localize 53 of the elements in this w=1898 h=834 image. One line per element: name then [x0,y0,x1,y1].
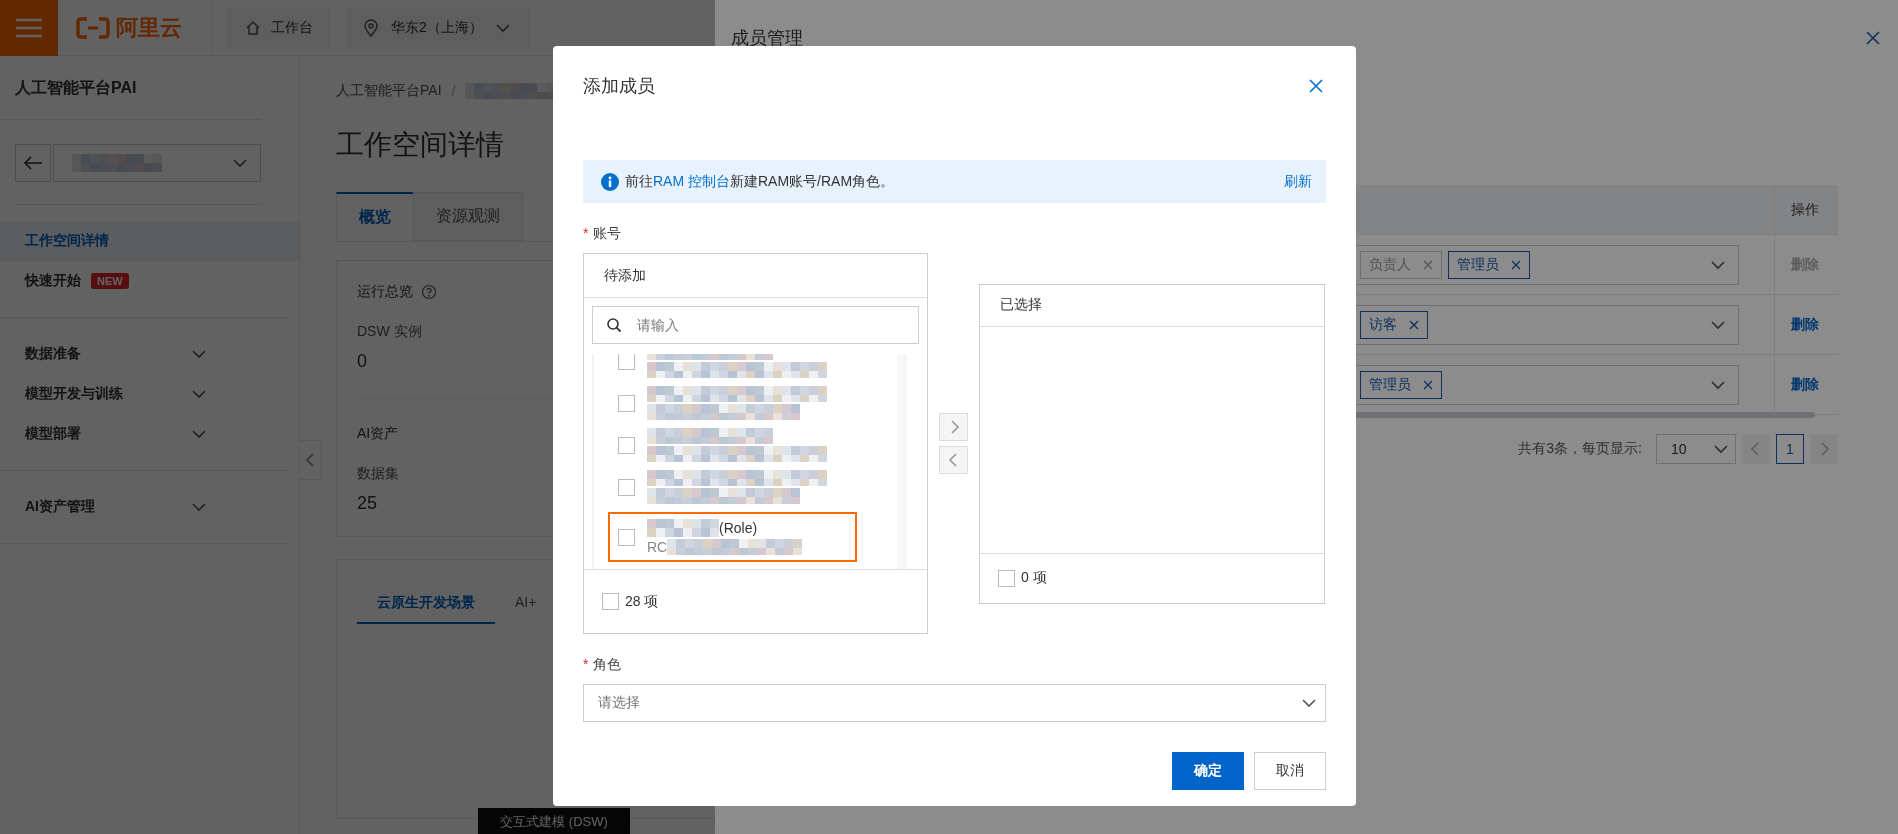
field-label: 角色 [593,656,622,672]
panel-title: 已选择 [980,284,1324,327]
role-dropdown[interactable]: 请选择 [583,684,1326,722]
confirm-button[interactable]: 确定 [1172,752,1244,790]
tab[interactable]: 概览 [336,192,414,241]
pagination-summary: 共有3条，每页显示: [1518,440,1642,458]
dsw-button[interactable]: 交互式建模 (DSW) [478,808,630,834]
sidebar-group[interactable]: 数据准备 [0,334,287,374]
alert-message: 前往RAM 控制台新建RAM账号/RAM角色。 [625,172,896,191]
new-badge: NEW [91,273,129,289]
region-selector[interactable]: 华东2（上海） [345,7,531,48]
field-label: 账号 [593,225,622,241]
sidebar-item[interactable]: 工作空间详情 [0,221,299,261]
page-title: 工作空间详情 [336,128,505,162]
stat-value: 0 [357,351,367,372]
logo-text: 阿里云 [116,13,182,42]
role-tag[interactable]: 管理员 [1360,370,1442,399]
item-count: 0 项 [1021,569,1047,587]
section-title: AI资产 [357,425,399,443]
stat-label: 数据集 [357,465,399,483]
column-header: 操作 [1790,199,1820,219]
delete-link[interactable]: 删除 [1791,375,1819,394]
list-item[interactable]: (Role) RC [610,514,855,560]
sidebar-group[interactable]: 模型开发与训练 [0,374,287,414]
delete-link[interactable]: 删除 [1791,315,1819,334]
sidebar-title: 人工智能平台PAI [0,78,261,120]
stat-label: DSW 实例 [357,323,422,341]
item-count: 28 项 [625,592,659,611]
refresh-link[interactable]: 刷新 [1284,172,1312,191]
sidebar-group[interactable]: AI资产管理 [0,487,287,527]
tab[interactable]: 云原生开发场景 [357,586,495,624]
card-title: 运行总览 [357,283,413,301]
workbench-button[interactable]: 工作台 [227,7,331,48]
sidebar-item[interactable]: 快速开始 NEW [0,261,287,301]
search-field[interactable]: 请输入 [592,306,919,344]
required-mark: * [583,656,589,672]
tab[interactable]: AI+ [495,586,557,624]
sidebar-group[interactable]: 模型部署 [0,414,287,454]
stat-value: 25 [357,493,378,514]
dialog-title: 添加成员 [583,75,655,98]
item-name: (Role) [719,520,758,536]
item-id: RC [647,539,668,555]
role-tag[interactable]: 访客 [1360,310,1428,339]
breadcrumb-separator: / [451,83,456,99]
page-button[interactable]: 1 [1776,434,1804,464]
page-size-select[interactable]: 10 [1656,434,1736,464]
required-mark: * [583,225,589,241]
drawer-title: 成员管理 [731,27,803,50]
breadcrumb-link[interactable]: 人工智能平台PAI [336,82,442,100]
panel-title: 待添加 [584,254,927,298]
tab[interactable]: 资源观测 [413,192,523,241]
cancel-button[interactable]: 取消 [1254,752,1326,790]
ram-console-link[interactable]: RAM 控制台 [653,172,730,189]
